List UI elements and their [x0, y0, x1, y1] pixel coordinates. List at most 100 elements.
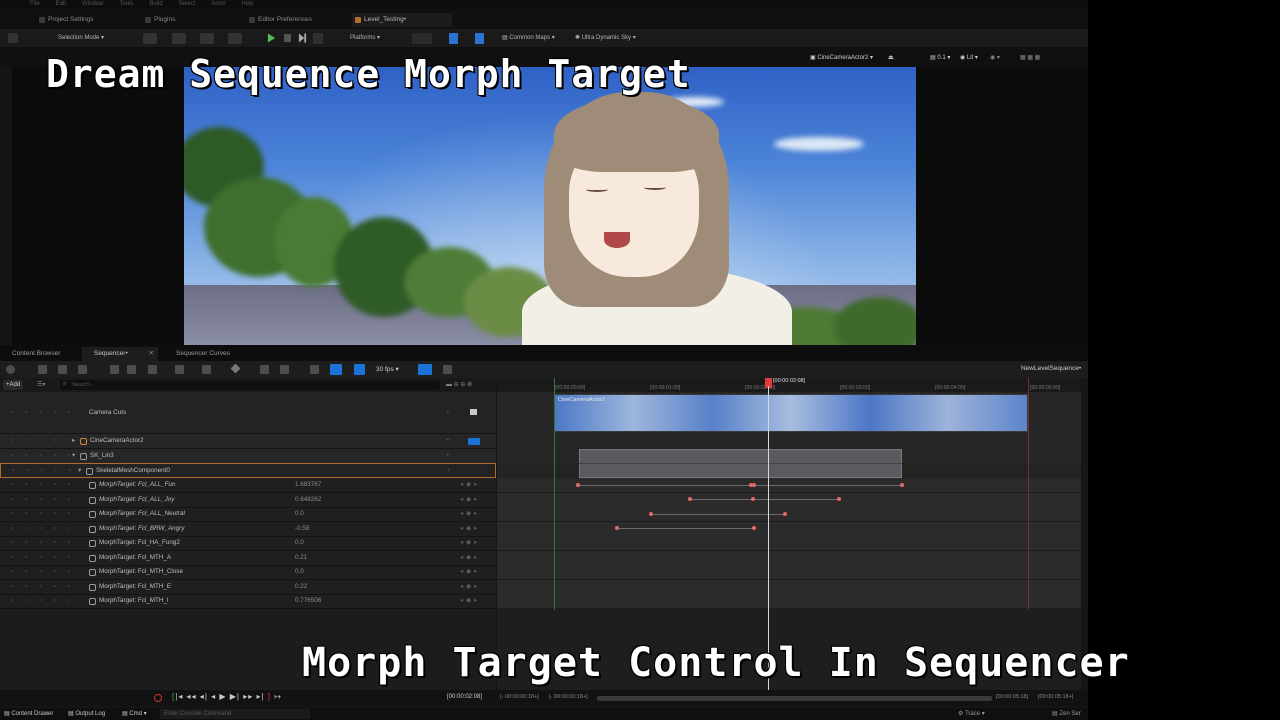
keyframe[interactable]: [752, 526, 756, 530]
track-skeletal-mesh-component[interactable]: ⚬ ⚬ ⚬ ⚬ ⚬ ▾ SkeletalMeshComponent0 +: [0, 463, 496, 478]
common-maps-dropdown[interactable]: ▤ Common Maps ▾: [502, 33, 555, 44]
lock-icons[interactable]: ⚬ ⚬ ⚬ ⚬ ⚬: [10, 392, 75, 434]
playhead-line[interactable]: [768, 386, 769, 610]
menu-actor[interactable]: Actor: [211, 0, 225, 9]
curve-editor-icon[interactable]: [418, 364, 432, 375]
keyframe[interactable]: [688, 497, 692, 501]
camera-dropdown[interactable]: ▣ CineCameraActor2 ▾: [810, 53, 873, 64]
playback-options-icon[interactable]: [202, 365, 211, 374]
menu-select[interactable]: Select: [179, 0, 196, 9]
show-dropdown[interactable]: ◉ ▾: [990, 53, 1000, 64]
key-all-icon[interactable]: [260, 365, 269, 374]
transform-icon[interactable]: [148, 365, 157, 374]
add-track-button[interactable]: +Add: [3, 380, 24, 390]
keyframe[interactable]: [900, 483, 904, 487]
tab-editor-preferences[interactable]: Editor Preferences: [246, 13, 342, 27]
layout-icon[interactable]: ▦ ▦ ▦: [1020, 53, 1040, 64]
ultra-dynamic-sky-dropdown[interactable]: ✺ Ultra Dynamic Sky ▾: [575, 33, 636, 44]
current-time-display[interactable]: [00:00:02:08]: [447, 694, 482, 700]
trace-dropdown[interactable]: ⚙ Trace ▾: [958, 708, 985, 720]
scale-dropdown[interactable]: ▤ 0.1 ▾: [930, 53, 950, 64]
track-camera-cuts[interactable]: ⚬ ⚬ ⚬ ⚬ ⚬ Camera Cuts +: [0, 392, 496, 434]
keyframe[interactable]: [837, 497, 841, 501]
morph-value[interactable]: -0.58: [295, 522, 309, 537]
source-control-icon[interactable]: [449, 33, 458, 44]
save-icon[interactable]: [8, 33, 18, 43]
tab-sequencer[interactable]: Sequencer• ✕: [82, 347, 158, 361]
modes-icon[interactable]: [228, 33, 242, 44]
add-icon[interactable]: +: [446, 392, 453, 434]
pause-icon[interactable]: [284, 34, 291, 42]
actions-icon[interactable]: [110, 365, 119, 374]
lit-dropdown[interactable]: ◉ Lit ▾: [960, 53, 978, 64]
view-end-field[interactable]: [00:00:05:18]: [996, 694, 1028, 700]
curves-icon[interactable]: [443, 365, 452, 374]
tab-sequencer-curves[interactable]: Sequencer Curves: [164, 347, 244, 361]
morph-value[interactable]: 0.0: [295, 507, 304, 522]
find-icon[interactable]: [58, 365, 67, 374]
expand-icon[interactable]: ▸: [72, 434, 75, 449]
tab-plugins[interactable]: Plugins: [142, 13, 237, 27]
menu-window[interactable]: Window: [82, 0, 103, 9]
menu-build[interactable]: Build: [149, 0, 162, 9]
world-icon[interactable]: [6, 365, 15, 374]
track-morph-fcl-brw-angry[interactable]: ⚬ ⚬ ⚬ ⚬ ⚬ MorphTarget: Fcl_BRW_Angry -0.…: [0, 522, 496, 537]
camera-icon[interactable]: [127, 365, 136, 374]
transport-controls[interactable]: [|◂ ◂◂ ◂| ◂ ▶ ▶| ▸▸ ▸| ] ↦: [172, 692, 282, 701]
record-icon[interactable]: [154, 694, 162, 702]
track-morph-fcl-all-neutral[interactable]: ⚬ ⚬ ⚬ ⚬ ⚬ MorphTarget: Fcl_ALL_Neutral 0…: [0, 507, 496, 522]
settings-dropdown[interactable]: [412, 33, 432, 44]
morph-value[interactable]: 0.0: [295, 565, 304, 580]
tab-content-browser[interactable]: Content Browser: [0, 347, 78, 361]
track-cine-camera[interactable]: ⚬ ⚬ ⚬ ⚬ ⚬ ▸ CineCameraActor2 +: [0, 434, 496, 449]
end-range-field[interactable]: [00:00:05:18+]: [1038, 694, 1073, 700]
tab-level-testing[interactable]: Level_Testing•: [352, 13, 452, 27]
keyframe[interactable]: [751, 497, 755, 501]
collapse-icon[interactable]: ▾: [72, 449, 75, 464]
platforms-dropdown[interactable]: Platforms ▾: [350, 33, 380, 44]
add-actor-icon[interactable]: [143, 33, 157, 44]
horizontal-scrollbar[interactable]: [597, 696, 992, 701]
filter-icon[interactable]: ☰▾: [37, 381, 45, 388]
blueprint-icon[interactable]: [172, 33, 186, 44]
keyframe[interactable]: [576, 483, 580, 487]
morph-value[interactable]: 0.22: [295, 580, 307, 595]
sequencer-icon[interactable]: [475, 33, 484, 44]
keyframe[interactable]: [752, 483, 756, 487]
morph-value[interactable]: 0.776506: [295, 594, 321, 609]
keyframe[interactable]: [783, 512, 787, 516]
morph-value[interactable]: 0.21: [295, 551, 307, 566]
selection-mode-dropdown[interactable]: Selection Mode ▾: [58, 33, 104, 44]
output-log-button[interactable]: ▤ Output Log: [68, 708, 105, 720]
track-morph-fcl-mth-e[interactable]: ⚬ ⚬ ⚬ ⚬ ⚬ MorphTarget: Fcl_MTH_E 0.22 ◂◆…: [0, 580, 496, 595]
track-morph-fcl-ha-fung2[interactable]: ⚬ ⚬ ⚬ ⚬ ⚬ MorphTarget: Fcl_HA_Fung2 0.0 …: [0, 536, 496, 551]
menu-help[interactable]: Help: [241, 0, 253, 9]
key-nav-icons[interactable]: ◂◆▸: [460, 478, 480, 493]
zen-server-status[interactable]: ▤ Zen Ser: [1052, 708, 1081, 720]
keyframe[interactable]: [649, 512, 653, 516]
track-morph-fcl-mth-a[interactable]: ⚬ ⚬ ⚬ ⚬ ⚬ MorphTarget: Fcl_MTH_A 0.21 ◂◆…: [0, 551, 496, 566]
key-icon[interactable]: [230, 363, 241, 374]
track-morph-fcl-all-joy[interactable]: ⚬ ⚬ ⚬ ⚬ ⚬ MorphTarget: Fcl_ALL_Joy 0.648…: [0, 493, 496, 508]
camera-cut-clip[interactable]: CineCameraActor2: [554, 394, 1028, 432]
track-morph-fcl-mth-i[interactable]: ⚬ ⚬ ⚬ ⚬ ⚬ MorphTarget: Fcl_MTH_I 0.77650…: [0, 594, 496, 609]
snap-icon[interactable]: [330, 364, 342, 375]
close-icon[interactable]: ✕: [149, 347, 154, 361]
render-icon[interactable]: [78, 365, 87, 374]
fps-dropdown[interactable]: 30 fps ▾: [376, 365, 399, 373]
cinematics-icon[interactable]: [200, 33, 214, 44]
console-input[interactable]: Enter Console Command: [160, 709, 310, 719]
eject-icon[interactable]: ⏏: [888, 53, 894, 64]
snap-settings-icon[interactable]: [354, 364, 365, 375]
view-options-icon[interactable]: [175, 365, 184, 374]
autokey-icon[interactable]: [310, 365, 319, 374]
vertical-scrollbar[interactable]: [1082, 378, 1088, 610]
morph-value[interactable]: 1.683767: [295, 478, 321, 493]
track-sk-lin3[interactable]: ⚬ ⚬ ⚬ ⚬ ⚬ ▾ SK_Lin3 +: [0, 449, 496, 464]
tab-project-settings[interactable]: Project Settings: [36, 13, 136, 27]
cmd-dropdown[interactable]: ▤ Cmd ▾: [122, 708, 147, 720]
end-marker[interactable]: [1028, 378, 1029, 610]
sequencer-timeline[interactable]: [00:00:00:00] [00:00:01:00] [00:00:02:00…: [497, 378, 1081, 610]
track-morph-fcl-all-fun[interactable]: ⚬ ⚬ ⚬ ⚬ ⚬ MorphTarget: Fcl_ALL_Fun 1.683…: [0, 478, 496, 493]
play-options-icon[interactable]: [313, 33, 323, 44]
